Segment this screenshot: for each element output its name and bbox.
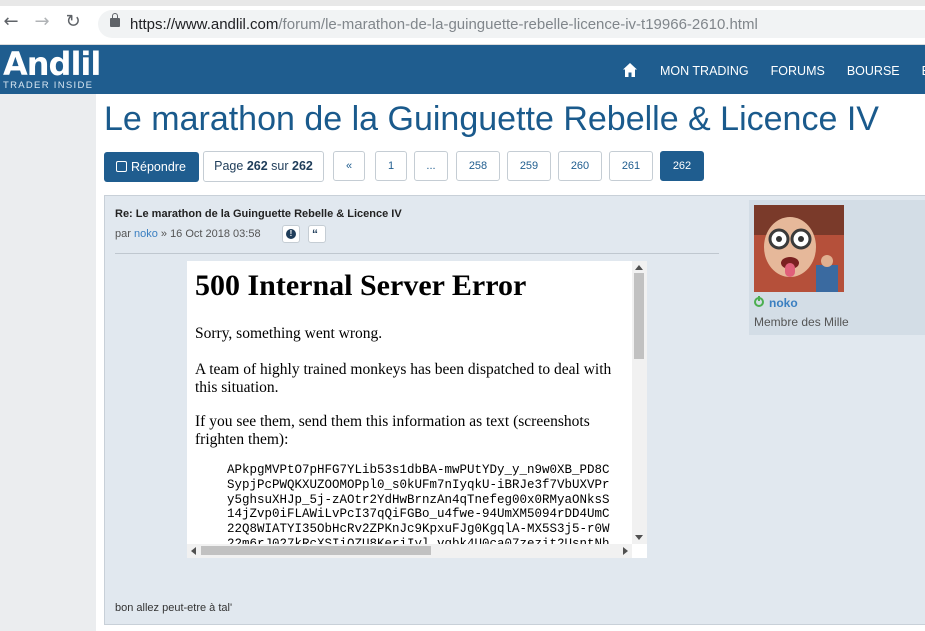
embedded-frame[interactable]: 500 Internal Server Error Sorry, somethi… — [187, 261, 647, 558]
scroll-down-icon[interactable] — [635, 535, 643, 540]
pager-page-260[interactable]: 260 — [558, 151, 602, 181]
profile-username[interactable]: noko — [769, 296, 798, 310]
nav-ec[interactable]: EC — [922, 64, 925, 78]
pager-prev[interactable]: « — [333, 151, 365, 181]
post-title[interactable]: Re: Le marathon de la Guinguette Rebelle… — [115, 208, 402, 220]
pager-page-262[interactable]: 262 — [660, 151, 704, 181]
reply-button[interactable]: Répondre — [104, 152, 199, 182]
page-current: 262 — [246, 159, 268, 173]
tab-strip — [0, 0, 925, 6]
page-prefix: Page — [214, 159, 244, 173]
back-icon[interactable]: ← — [2, 13, 20, 31]
code-line: APkpgMVPtO7pHFG7YLib53s1dbBA-mwPUtYDy_y_… — [227, 463, 610, 477]
frame-horizontal-scrollbar[interactable] — [187, 544, 632, 558]
logo-text: Andlil — [3, 45, 101, 83]
info-icon: ! — [286, 229, 296, 239]
post-author[interactable]: noko — [134, 228, 158, 240]
site-logo[interactable]: Andlil TRADER INSIDE — [3, 45, 101, 91]
error-code: APkpgMVPtO7pHFG7YLib53s1dbBA-mwPUtYDy_y_… — [227, 463, 610, 552]
topic-title[interactable]: Le marathon de la Guinguette Rebelle & L… — [104, 100, 879, 139]
home-icon[interactable] — [622, 62, 638, 78]
error-message-1: Sorry, something went wrong. — [195, 325, 383, 342]
url-host: https://www.andlil.com — [130, 16, 279, 33]
browser-toolbar: ← → ↻ https://www.andlil.com/forum/le-ma… — [0, 0, 925, 45]
pager-ellipsis[interactable]: ... — [414, 151, 448, 181]
error-heading: 500 Internal Server Error — [195, 269, 527, 302]
scroll-thumb[interactable] — [634, 273, 644, 359]
nav-bourse[interactable]: BOURSE — [847, 64, 900, 78]
reload-icon[interactable]: ↻ — [64, 13, 82, 31]
code-line: y5ghsuXHJp_5j-zAOtr2YdHwBrnzAn4qTnefeg00… — [227, 492, 610, 507]
forward-icon[interactable]: → — [33, 13, 51, 31]
scroll-right-icon[interactable] — [623, 547, 628, 555]
url-path: /forum/le-marathon-de-la-guinguette-rebe… — [278, 16, 758, 33]
logo-tagline: TRADER INSIDE — [3, 80, 94, 91]
quote-button[interactable]: “ — [308, 225, 326, 243]
top-nav: MON TRADING FORUMS BOURSE EC — [660, 62, 925, 78]
pager-page-261[interactable]: 261 — [609, 151, 653, 181]
post-divider — [115, 253, 719, 254]
post-body-text: bon allez peut-etre à tal' — [115, 602, 233, 614]
error-message-3: If you see them, send them this informat… — [195, 413, 590, 448]
site-header: Andlil TRADER INSIDE MON TRADING FORUMS BO… — [0, 45, 925, 94]
post-date: » 16 Oct 2018 03:58 — [160, 228, 261, 240]
report-button[interactable]: ! — [282, 225, 300, 243]
code-line: 14jZvp0iFLAWiLvPcI37qQiFGBo_u4fwe-94UmXM… — [227, 507, 610, 522]
pager-page-259[interactable]: 259 — [507, 151, 551, 181]
address-bar[interactable]: https://www.andlil.com/forum/le-marathon… — [98, 10, 925, 38]
url-text: https://www.andlil.com/forum/le-marathon… — [130, 16, 758, 33]
scroll-up-icon[interactable] — [635, 265, 643, 270]
profile-rank: Membre des Mille — [754, 315, 849, 329]
page-of: sur — [271, 159, 289, 173]
nav-mon-trading[interactable]: MON TRADING — [660, 64, 749, 78]
online-status-icon — [754, 296, 764, 307]
avatar[interactable] — [754, 205, 844, 292]
scroll-thumb-horizontal[interactable] — [201, 546, 431, 555]
lock-icon — [110, 13, 120, 27]
reply-label: Répondre — [131, 160, 186, 174]
quote-icon: “ — [312, 227, 318, 241]
edit-icon — [116, 161, 127, 172]
code-line: SypjPcPWQKXUZOOMOPpl0_s0kUFm7nIyqkU-iBRJ… — [227, 477, 610, 492]
post-meta: par noko » 16 Oct 2018 03:58 — [115, 228, 261, 240]
scroll-left-icon[interactable] — [191, 547, 196, 555]
page-indicator[interactable]: Page 262 sur 262 — [203, 151, 324, 182]
frame-vertical-scrollbar[interactable] — [632, 261, 647, 544]
page-total: 262 — [292, 159, 313, 173]
pager-page-258[interactable]: 258 — [456, 151, 500, 181]
error-message-2: A team of highly trained monkeys has bee… — [195, 361, 612, 396]
left-sidebar — [0, 94, 96, 631]
nav-forums[interactable]: FORUMS — [771, 64, 825, 78]
pager-page-1[interactable]: 1 — [375, 151, 407, 181]
code-line: 22Q8WIATYI35ObHcRv2ZPKnJc9KpxuFJg0KgqlA-… — [227, 522, 610, 537]
post-by: par — [115, 228, 131, 240]
